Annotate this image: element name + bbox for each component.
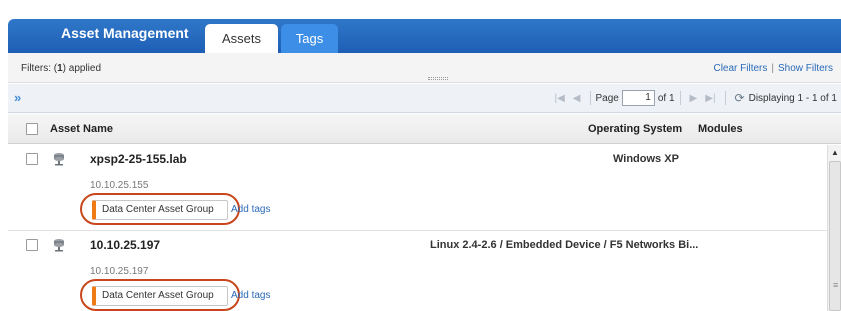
table-row[interactable]: xpsp2-25-155.lab Windows XP 10.10.25.155…	[8, 145, 827, 230]
scroll-grip-icon: ≡	[833, 280, 839, 290]
tab-tags[interactable]: Tags	[281, 24, 338, 53]
server-icon	[54, 153, 64, 166]
tab-assets[interactable]: Assets	[205, 24, 278, 53]
pager-divider	[724, 91, 726, 105]
filter-links: Clear Filters | Show Filters	[713, 63, 833, 74]
row-checkbox[interactable]	[26, 239, 38, 251]
asset-os: Linux 2.4-2.6 / Embedded Device / F5 Net…	[430, 239, 699, 251]
asset-ip: 10.10.25.155	[90, 180, 149, 191]
display-count: Displaying 1 - 1 of 1	[748, 92, 837, 104]
column-operating-system[interactable]: Operating System	[588, 123, 682, 135]
filter-bar: Filters: (1) applied Clear Filters | Show …	[8, 53, 841, 83]
last-page-icon[interactable]: ▶|	[705, 93, 715, 104]
grid-column-header: Asset Name Operating System Modules	[8, 114, 841, 144]
page-label: Page	[595, 92, 619, 104]
asset-os: Windows XP	[613, 153, 679, 165]
column-modules[interactable]: Modules	[698, 123, 743, 135]
row-summary: xpsp2-25-155.lab Windows XP	[8, 145, 827, 173]
column-asset-name[interactable]: Asset Name	[50, 123, 113, 135]
pager-divider	[679, 91, 681, 105]
scroll-thumb[interactable]: ≡	[829, 161, 841, 311]
filter-link-separator: |	[771, 63, 774, 74]
refresh-icon[interactable]: ⟳	[735, 91, 745, 105]
scroll-up-icon[interactable]: ▲	[831, 148, 839, 157]
table-row[interactable]: 10.10.25.197 Linux 2.4-2.6 / Embedded De…	[8, 231, 827, 311]
show-filters-link[interactable]: Show Filters	[778, 63, 833, 74]
row-summary: 10.10.25.197 Linux 2.4-2.6 / Embedded De…	[8, 231, 827, 259]
row-checkbox[interactable]	[26, 153, 38, 165]
double-chevron-right-icon[interactable]: »	[14, 90, 21, 105]
asset-name[interactable]: 10.10.25.197	[90, 238, 160, 252]
add-tags-link[interactable]: Add tags	[231, 204, 270, 215]
tab-tags-label: Tags	[295, 31, 324, 46]
grid-toolbar: » |◀ ◀ Page 1 of 1 ▶ ▶| ⟳ Displaying 1 -…	[8, 84, 841, 113]
vertical-scrollbar[interactable]: ▲ ≡	[827, 145, 841, 311]
asset-tag-chip[interactable]: Data Center Asset Group	[92, 286, 228, 306]
asset-ip: 10.10.25.197	[90, 266, 149, 277]
pager-divider	[589, 91, 591, 105]
next-page-icon[interactable]: ▶	[690, 93, 698, 104]
server-icon	[54, 239, 64, 252]
page-total: of 1	[657, 92, 675, 104]
prev-page-icon[interactable]: ◀	[573, 93, 581, 104]
filters-status: Filters: (1) applied	[21, 63, 102, 74]
app-header: Asset Management Assets Tags	[8, 19, 841, 53]
page-number-input[interactable]: 1	[621, 90, 655, 106]
app-title: Asset Management	[61, 25, 189, 41]
clear-filters-link[interactable]: Clear Filters	[713, 63, 767, 74]
first-page-icon[interactable]: |◀	[555, 93, 565, 104]
resize-grip[interactable]	[428, 77, 448, 80]
asset-tag-chip[interactable]: Data Center Asset Group	[92, 200, 228, 220]
tab-assets-label: Assets	[221, 31, 261, 46]
add-tags-link[interactable]: Add tags	[231, 290, 270, 301]
select-all-checkbox[interactable]	[26, 123, 38, 135]
pager: |◀ ◀ Page 1 of 1 ▶ ▶| ⟳ Displaying 1 - 1…	[551, 90, 837, 106]
asset-name[interactable]: xpsp2-25-155.lab	[90, 152, 187, 166]
